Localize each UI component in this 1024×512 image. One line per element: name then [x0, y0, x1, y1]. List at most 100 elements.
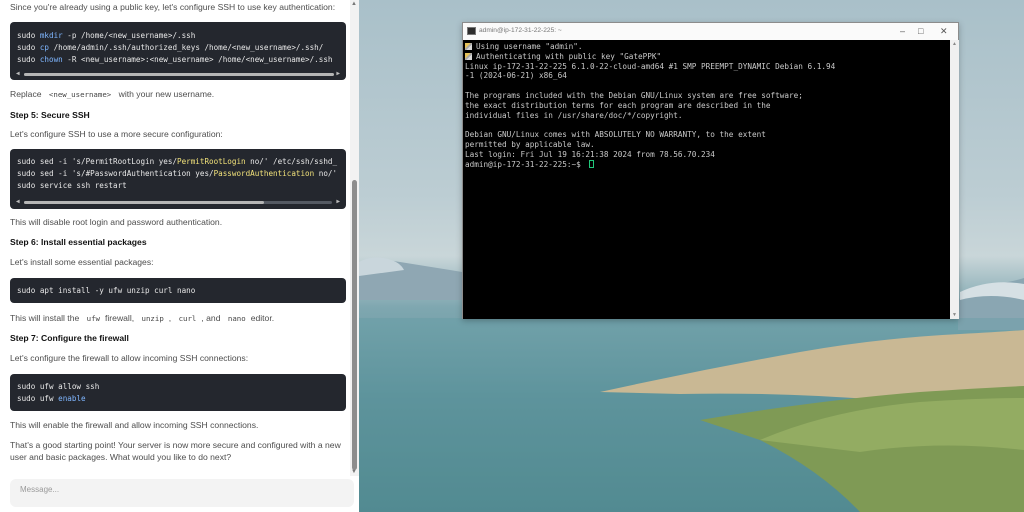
terminal-text: Last login: Fri Jul 19 16:21:38 2024 fro… — [465, 149, 715, 159]
code-line: sudo mkdir -p /home/<new_username>/.ssh — [17, 31, 195, 41]
code-token: sudo service ssh restart — [17, 181, 127, 190]
maximize-icon[interactable]: □ — [918, 25, 923, 37]
code-token: sudo ufw — [17, 394, 59, 403]
terminal-text: individual files in /usr/share/doc/*/cop… — [465, 110, 683, 120]
scroll-up-icon[interactable]: ▲ — [952, 41, 957, 47]
terminal-text: permitted by applicable law. — [465, 140, 595, 149]
inline-code: unzip — [141, 314, 164, 323]
terminal-text: Authenticating with public key "GatePPK" — [476, 51, 662, 61]
message-input[interactable]: Message... — [10, 479, 354, 507]
scrollbar-thumb[interactable] — [24, 73, 334, 76]
terminal-scrollbar[interactable]: ▲ ▼ — [950, 40, 959, 319]
close-icon[interactable]: ✕ — [940, 25, 948, 37]
terminal-text: Linux ip-172-31-22-225 6.1.0-22-cloud-am… — [465, 61, 836, 71]
code-token: chown — [39, 55, 63, 64]
code-line: sudo sed -i 's/#PasswordAuthentication y… — [17, 169, 337, 179]
message-placeholder: Message... — [20, 485, 60, 494]
terminal-text: admin@ip-172-31-22-225:~$ — [465, 159, 586, 169]
code-token: PermitRootLogin — [177, 157, 246, 166]
code-token: sudo sed -i 's/#PasswordAuthentication y… — [17, 169, 214, 178]
code-line: sudo sed -i 's/PermitRootLogin yes/Permi… — [17, 157, 337, 167]
code-scrollbar[interactable]: ◀ ▶ — [16, 198, 340, 205]
replace-note: Replace <new_username> with your new use… — [10, 89, 215, 99]
terminal-text: -1 (2024-06-21) x86_64 — [465, 71, 567, 81]
chat-scrollbar[interactable]: ▲ ▼ — [350, 0, 359, 476]
key-icon — [465, 52, 472, 60]
code-scrollbar[interactable]: ◀ ▶ — [16, 70, 340, 77]
code-line: sudo cp /home/admin/.ssh/authorized_keys… — [17, 43, 323, 53]
terminal-text: Debian GNU/Linux comes with ABSOLUTELY N… — [465, 130, 766, 140]
scrollbar-thumb[interactable] — [352, 180, 357, 470]
heading-step-7: Step 7: Configure the firewall — [10, 333, 129, 343]
code-token: enable — [58, 394, 86, 403]
scrollbar-thumb[interactable] — [24, 201, 264, 204]
step5-intro: Let's configure SSH to use a more secure… — [10, 129, 223, 139]
chat-panel: Since you're already using a public key,… — [0, 0, 359, 512]
terminal-line: the exact distribution terms for each pr… — [465, 101, 770, 110]
terminal-line: permitted by applicable law. — [465, 140, 595, 149]
chat-transcript[interactable]: Since you're already using a public key,… — [0, 0, 350, 474]
key-icon — [465, 43, 472, 50]
terminal-window[interactable]: admin@ip-172-31-22-225: ~ – □ ✕ Using us… — [462, 22, 959, 319]
code-line: sudo chown -R <new_username>:<new_userna… — [17, 55, 332, 65]
terminal-line: Debian GNU/Linux comes with ABSOLUTELY N… — [465, 130, 766, 139]
step7-intro: Let's configure the firewall to allow in… — [10, 353, 249, 363]
terminal-line: admin@ip-172-31-22-225:~$ — [465, 159, 595, 169]
scroll-left-icon[interactable]: ◀ — [16, 70, 20, 77]
terminal-text: the exact distribution terms for each pr… — [465, 100, 771, 110]
code-token: mkdir — [39, 31, 63, 40]
code-token: no/' /etc/ssh/sshd_ — [245, 157, 338, 166]
code-line: sudo ufw allow ssh — [17, 382, 99, 392]
code-block-secure-ssh: sudo sed -i 's/PermitRootLogin yes/Permi… — [10, 149, 346, 209]
code-token: sudo — [17, 55, 40, 64]
code-token: /home/admin/.ssh/authorized_keys /home/<… — [49, 43, 324, 52]
terminal-text: The programs included with the Debian GN… — [465, 91, 803, 100]
step5-after: This will disable root login and passwor… — [10, 217, 223, 227]
code-block-ssh-setup: sudo mkdir -p /home/<new_username>/.ssh … — [10, 22, 346, 80]
minimize-icon[interactable]: – — [900, 25, 905, 37]
terminal-line: The programs included with the Debian GN… — [465, 91, 803, 100]
terminal-title: admin@ip-172-31-22-225: ~ — [479, 27, 562, 34]
code-token: sudo apt install -y ufw unzip curl nano — [17, 286, 196, 295]
terminal-line: -1 (2024-06-21) x86_64 — [465, 71, 567, 80]
code-line: sudo ufw enable — [17, 394, 86, 404]
terminal-icon — [467, 27, 476, 35]
terminal-line: individual files in /usr/share/doc/*/cop… — [465, 111, 683, 120]
scroll-left-icon[interactable]: ◀ — [16, 198, 20, 205]
step7-after: This will enable the firewall and allow … — [10, 420, 259, 430]
code-token: sudo ufw allow ssh — [17, 382, 100, 391]
heading-step-6: Step 6: Install essential packages — [10, 237, 147, 247]
terminal-titlebar[interactable]: admin@ip-172-31-22-225: ~ – □ ✕ — [463, 23, 958, 40]
code-token: PasswordAuthentication — [213, 169, 315, 178]
terminal-output[interactable]: Using username "admin". Authenticating wi… — [463, 40, 950, 319]
terminal-line: Linux ip-172-31-22-225 6.1.0-22-cloud-am… — [465, 62, 835, 71]
scroll-right-icon[interactable]: ▶ — [336, 198, 340, 205]
code-token: no/' — [314, 169, 338, 178]
inline-code: nano — [227, 314, 246, 323]
terminal-cursor — [589, 159, 595, 168]
code-token: -R <new_username>:<new_username> /home/<… — [62, 55, 333, 64]
code-line: sudo apt install -y ufw unzip curl nano — [17, 286, 195, 296]
code-token: -p /home/<new_username>/.ssh — [62, 31, 196, 40]
code-line: sudo service ssh restart — [17, 181, 127, 191]
heading-step-5: Step 5: Secure SSH — [10, 110, 90, 120]
code-token: cp — [39, 43, 50, 52]
code-token: sudo — [17, 43, 40, 52]
scroll-right-icon[interactable]: ▶ — [336, 70, 340, 77]
step6-intro: Let's install some essential packages: — [10, 257, 154, 267]
scroll-down-icon[interactable]: ▼ — [351, 469, 357, 475]
inline-code: ufw — [86, 314, 100, 323]
install-note: This will install the ufw firewall, unzip… — [10, 313, 275, 323]
code-block-install: sudo apt install -y ufw unzip curl nano — [10, 278, 346, 303]
terminal-text: Using username "admin". — [476, 42, 583, 51]
terminal-line: Last login: Fri Jul 19 16:21:38 2024 fro… — [465, 150, 715, 159]
terminal-line: Authenticating with public key "GatePPK" — [465, 52, 661, 61]
inline-code: <new_username> — [48, 90, 112, 99]
closing-line-2: user and basic packages. What would you … — [10, 452, 232, 462]
scroll-up-icon[interactable]: ▲ — [351, 1, 357, 7]
scroll-down-icon[interactable]: ▼ — [952, 312, 957, 318]
code-token: sudo sed -i 's/PermitRootLogin yes/ — [17, 157, 178, 166]
closing-line-1: That's a good starting point! Your serve… — [10, 440, 341, 450]
code-token: sudo — [17, 31, 40, 40]
code-block-firewall: sudo ufw allow ssh sudo ufw enable — [10, 374, 346, 411]
